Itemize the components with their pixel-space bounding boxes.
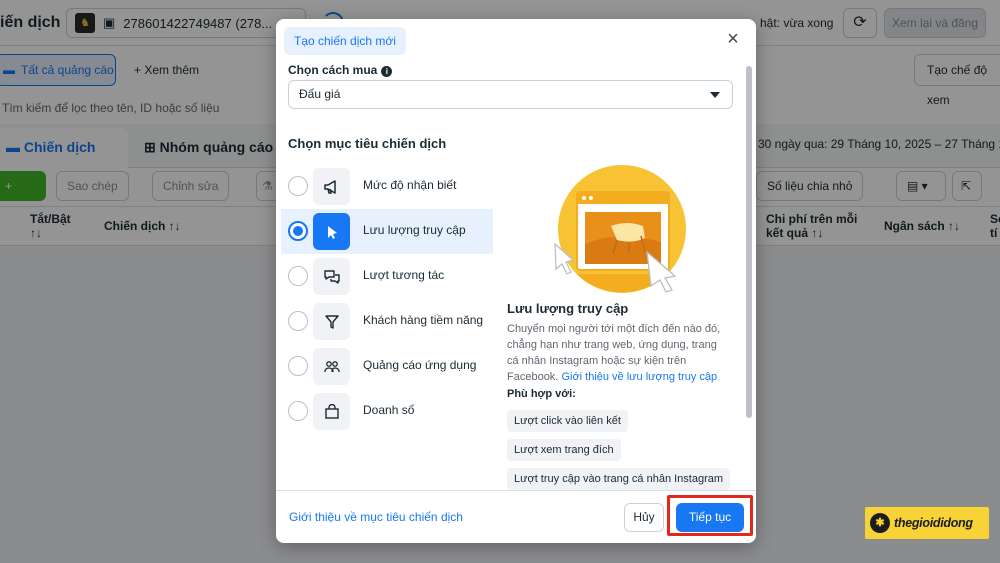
fit-chip: Lượt xem trang đích — [507, 439, 621, 461]
objective-label: Mức độ nhận biết — [363, 178, 457, 192]
megaphone-icon — [313, 168, 350, 205]
objective-label: Lưu lượng truy cập — [363, 223, 466, 237]
objective-app-promotion[interactable]: Quảng cáo ứng dụng — [281, 344, 493, 389]
objective-radio[interactable] — [288, 356, 308, 376]
funnel-icon — [313, 303, 350, 340]
detail-title: Lưu lượng truy cập — [507, 301, 629, 316]
shopping-bag-icon — [313, 393, 350, 430]
close-icon[interactable]: × — [724, 29, 742, 49]
objective-learn-more-link[interactable]: Giới thiệu về mục tiêu chiến dịch — [289, 510, 463, 524]
buy-type-label-text: Chọn cách mua — [288, 63, 378, 77]
chat-bubbles-icon — [313, 258, 350, 295]
traffic-illustration — [554, 165, 686, 293]
fit-heading: Phù hợp với: — [507, 388, 576, 400]
fit-chip: Lượt truy cập vào trang cá nhân Instagra… — [507, 468, 731, 490]
create-campaign-dialog: Tạo chiến dịch mới × Chọn cách mua i Đấu … — [276, 19, 756, 543]
caret-down-icon — [710, 92, 720, 98]
objective-radio[interactable] — [288, 176, 308, 196]
objective-label: Quảng cáo ứng dụng — [363, 358, 477, 372]
objective-traffic[interactable]: Lưu lượng truy cập — [281, 209, 493, 254]
objective-leads[interactable]: Khách hàng tiềm năng — [281, 299, 493, 344]
objective-awareness[interactable]: Mức độ nhận biết — [281, 164, 493, 209]
fit-chip: Lượt click vào liên kết — [507, 410, 628, 432]
cancel-button[interactable]: Hủy — [624, 503, 664, 532]
info-icon[interactable]: i — [381, 66, 393, 77]
dialog-scrollbar[interactable] — [746, 66, 752, 418]
objective-heading: Chọn mục tiêu chiến dịch — [288, 136, 447, 151]
dialog-title: Tạo chiến dịch mới — [284, 27, 406, 55]
objective-list: Mức độ nhận biết Lưu lượng truy cập Lượt… — [281, 164, 493, 434]
objective-sales[interactable]: Doanh số — [281, 389, 493, 434]
objective-label: Lượt tương tác — [363, 268, 445, 282]
cursor-icon — [313, 213, 350, 250]
thegioididong-logo: ✱ thegioididong — [865, 507, 989, 539]
logo-circle-icon: ✱ — [870, 513, 890, 533]
buy-type-label: Chọn cách mua i — [288, 63, 393, 77]
continue-highlight-annotation — [667, 495, 753, 536]
buy-type-value: Đấu giá — [299, 87, 341, 101]
buy-type-select[interactable]: Đấu giá — [288, 80, 733, 109]
logo-text: thegioididong — [894, 516, 973, 530]
objective-engagement[interactable]: Lượt tương tác — [281, 254, 493, 299]
objective-label: Khách hàng tiềm năng — [363, 313, 484, 327]
traffic-learn-more-link[interactable]: Giới thiệu về lưu lượng truy cập — [561, 371, 717, 383]
objective-radio[interactable] — [288, 266, 308, 286]
people-icon — [313, 348, 350, 385]
objective-radio[interactable] — [288, 401, 308, 421]
objective-radio[interactable] — [288, 311, 308, 331]
objective-radio[interactable] — [288, 221, 308, 241]
detail-description: Chuyển mọi người tới một đích đến nào đó… — [507, 321, 729, 385]
dialog-header: Tạo chiến dịch mới × — [276, 19, 756, 61]
objective-label: Doanh số — [363, 403, 415, 417]
